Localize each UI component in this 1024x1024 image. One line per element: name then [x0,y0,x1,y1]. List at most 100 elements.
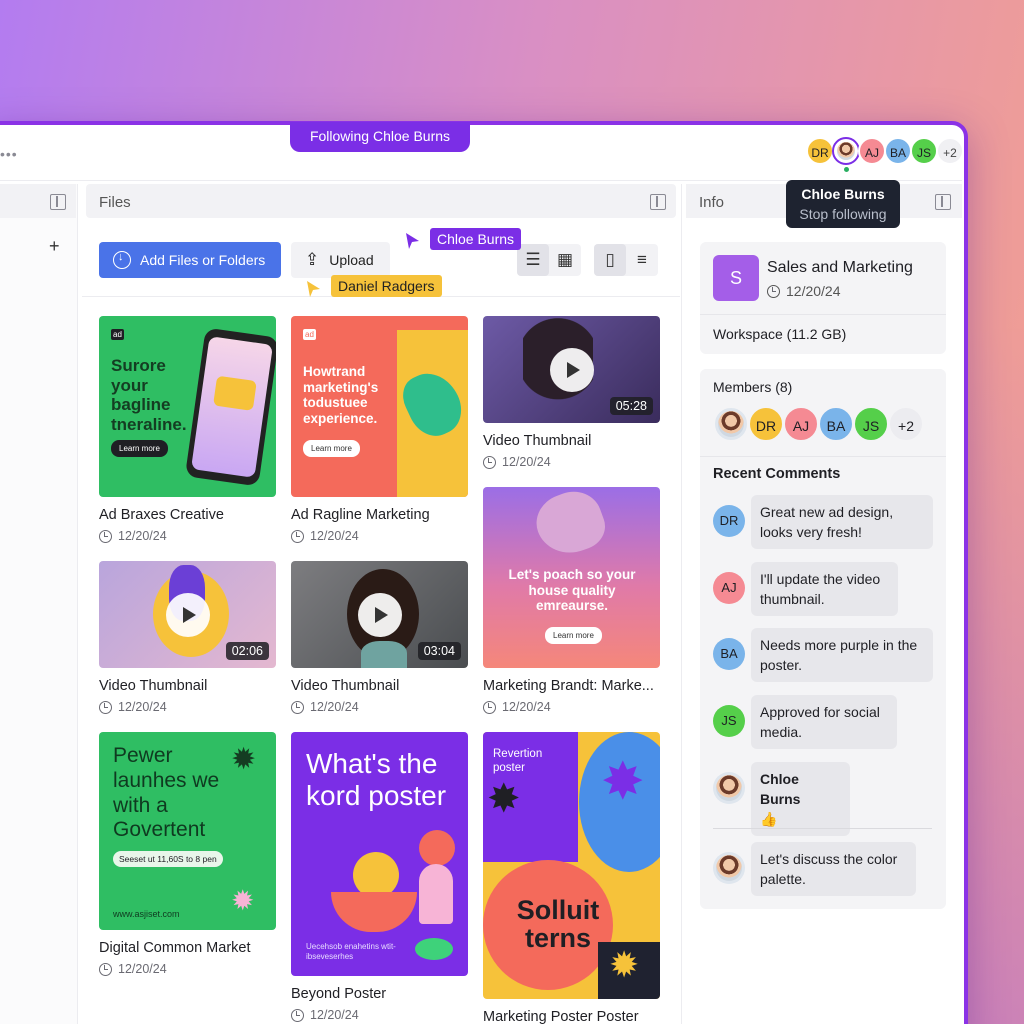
file-date-row: 12/20/24 [291,1008,468,1022]
file-icon[interactable]: ▯ [594,244,626,276]
poster-shape [528,487,612,563]
comment[interactable]: Let's discuss the color palette. [713,842,916,896]
poster-shape [419,864,453,924]
comment[interactable]: AJ I'll update the video thumbnail. [713,562,898,616]
comment[interactable]: JS Approved for social media. [713,695,897,749]
comment-avatar: JS [713,705,745,737]
clock-icon [99,700,112,714]
poster-headline: Surore your bagline tneraline. [111,356,187,434]
workspace-date: 12/20/24 [786,283,841,299]
file-date-row: 12/20/24 [483,455,660,469]
poster-label: Revertion poster [493,748,543,774]
avatar-photo [716,775,742,801]
clock-icon [767,284,780,298]
comment-text: Needs more purple in the poster. [751,628,933,682]
file-card[interactable]: Pewer launhes we with a Govertent Seeset… [99,732,276,976]
file-thumbnail: Pewer launhes we with a Govertent Seeset… [99,732,276,930]
cursor-chloe-burns: Chloe Burns [405,228,522,255]
file-card[interactable]: 05:28 Video Thumbnail 12/20/24 [483,316,660,469]
file-card[interactable]: Let's poach so your house quality emreau… [483,487,660,714]
member-avatar[interactable]: JS [853,406,889,442]
file-card[interactable]: What's the kord poster Uecehsob enahetin… [291,732,468,1022]
workspace-name: Sales and Marketing [767,259,913,276]
file-date-row: 12/20/24 [99,529,276,543]
video-duration: 05:28 [609,397,653,415]
avatar-overflow[interactable]: +2 [936,137,964,165]
cursor-label: Chloe Burns [430,228,522,250]
avatar-photo [716,855,742,881]
list-icon[interactable]: ☰ [517,244,549,276]
avatar-js[interactable]: JS [910,137,938,165]
files-title: Files [99,194,131,211]
member-avatar[interactable]: DR [748,406,784,442]
file-card[interactable]: ad Surore your bagline tneraline. Learn … [99,316,276,543]
member-avatar[interactable] [713,406,749,442]
comment[interactable]: BA Needs more purple in the poster. [713,628,933,682]
online-indicator [844,167,849,172]
recent-comments-title: Recent Comments [713,466,841,482]
file-card[interactable]: ad Howtrand marketing's todustuee experi… [291,316,468,543]
grid-icon[interactable]: ▦ [549,244,581,276]
member-overflow[interactable]: +2 [888,406,924,442]
starburst-icon: ✹ [231,885,255,916]
workspace-date-row: 12/20/24 [767,283,841,299]
comment-avatar: AJ [713,572,745,604]
avatar-dr[interactable]: DR [806,137,834,165]
file-card[interactable]: 02:06 Video Thumbnail 12/20/24 [99,561,276,714]
play-icon[interactable] [549,347,594,392]
file-thumbnail: Revertion poster ✸ ✸ Solluit terns ✹ [483,732,660,999]
following-banner[interactable]: Following Chloe Burns [290,122,470,152]
person-shirt [361,641,407,668]
clock-icon [483,455,496,469]
avatar-chloe-burns[interactable] [832,137,860,172]
cursor-arrow-icon [307,281,320,297]
comment[interactable]: DR Great new ad design, looks very fresh… [713,495,933,549]
poster-cta: Learn more [111,440,168,457]
file-date: 12/20/24 [310,700,359,714]
upload-button[interactable]: ⇪ Upload [291,242,390,278]
play-icon[interactable] [165,592,210,637]
add-icon[interactable]: + [49,236,60,257]
file-thumbnail: ad Howtrand marketing's todustuee experi… [291,316,468,497]
view-toggle: ☰ ▦ [517,244,581,276]
video-duration: 03:04 [417,642,461,660]
poster-cta: Learn more [545,627,602,644]
files-header [86,184,676,218]
members-title: Members (8) [713,379,793,395]
avatar-ba[interactable]: BA [884,137,912,165]
video-thumbnail: 03:04 [291,561,468,668]
collapse-files-panel-icon[interactable] [650,194,666,210]
file-title: Video Thumbnail [483,433,592,449]
collapse-panel-icon[interactable] [50,194,66,210]
avatar-aj[interactable]: AJ [858,137,886,165]
clock-icon [99,529,112,543]
comment-avatar: DR [713,505,745,537]
avatar-photo [837,142,855,160]
ad-badge: ad [303,329,316,340]
poster-shape [419,830,455,866]
comment[interactable]: Chloe Burns 👍 [713,762,850,836]
comment-text: Great new ad design, looks very fresh! [751,495,933,549]
more-icon[interactable]: ••• [0,146,18,162]
file-date: 12/20/24 [118,700,167,714]
file-title: Marketing Poster Poster [483,1009,639,1024]
file-date: 12/20/24 [118,529,167,543]
file-date-row: 12/20/24 [99,700,276,714]
starburst-icon: ✹ [231,743,257,776]
member-avatar[interactable]: BA [818,406,854,442]
clock-icon [291,529,304,543]
stop-following-button[interactable]: Stop following [786,206,900,222]
file-title: Beyond Poster [291,986,387,1002]
collapse-info-panel-icon[interactable] [935,194,951,210]
upload-icon: ⇪ [305,250,320,269]
file-card[interactable]: Revertion poster ✸ ✸ Solluit terns ✹ Mar… [483,732,660,1024]
text-lines-icon[interactable]: ≡ [626,244,658,276]
file-title: Ad Braxes Creative [99,507,224,523]
file-card[interactable]: 03:04 Video Thumbnail 12/20/24 [291,561,468,714]
member-avatar[interactable]: AJ [783,406,819,442]
file-date-row: 12/20/24 [99,962,276,976]
play-icon[interactable] [357,592,402,637]
cursor-arrow-icon [406,233,419,249]
add-files-button[interactable]: Add Files or Folders [99,242,281,278]
comment-text: Let's discuss the color palette. [751,842,916,896]
